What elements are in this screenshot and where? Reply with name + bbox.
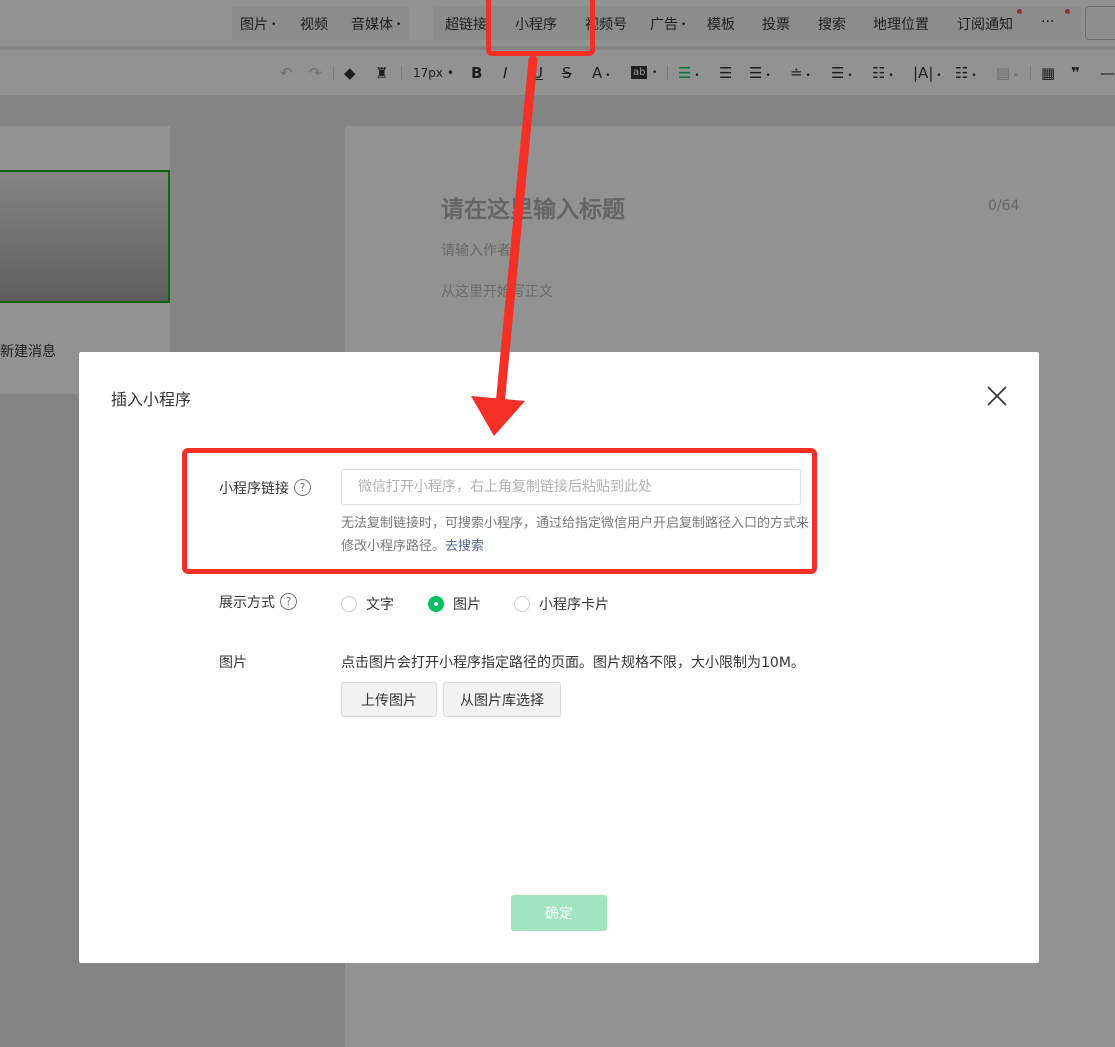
display-option-image[interactable]: 图片 [428, 594, 481, 614]
radio-button[interactable] [341, 596, 357, 612]
insert-mini-program-dialog: 插入小程序 小程序链接 ? 无法复制链接时，可搜索小程序，通过给指定微信用户开启… [79, 352, 1039, 963]
display-mode-label: 展示方式 [219, 595, 275, 611]
confirm-button[interactable]: 确定 [511, 895, 607, 931]
image-label: 图片 [219, 655, 247, 671]
radio-button-selected[interactable] [428, 596, 444, 612]
display-option-text[interactable]: 文字 [341, 594, 394, 614]
mini-program-link-input[interactable] [341, 469, 801, 505]
help-icon[interactable]: ? [280, 593, 297, 610]
link-tip: 无法复制链接时，可搜索小程序，通过给指定微信用户开启复制路径入口的方式来修改小程… [341, 516, 810, 554]
help-icon[interactable]: ? [294, 479, 311, 496]
image-description: 点击图片会打开小程序指定路径的页面。图片规格不限，大小限制为10M。 [341, 655, 805, 671]
display-option-card[interactable]: 小程序卡片 [514, 594, 609, 614]
dialog-title: 插入小程序 [111, 390, 192, 409]
mini-program-link-label: 小程序链接 [219, 481, 289, 497]
choose-from-library-button[interactable]: 从图片库选择 [443, 682, 561, 717]
upload-image-button[interactable]: 上传图片 [341, 682, 437, 717]
search-link[interactable]: 去搜索 [445, 539, 484, 554]
radio-button[interactable] [514, 596, 530, 612]
close-icon[interactable] [985, 384, 1009, 408]
